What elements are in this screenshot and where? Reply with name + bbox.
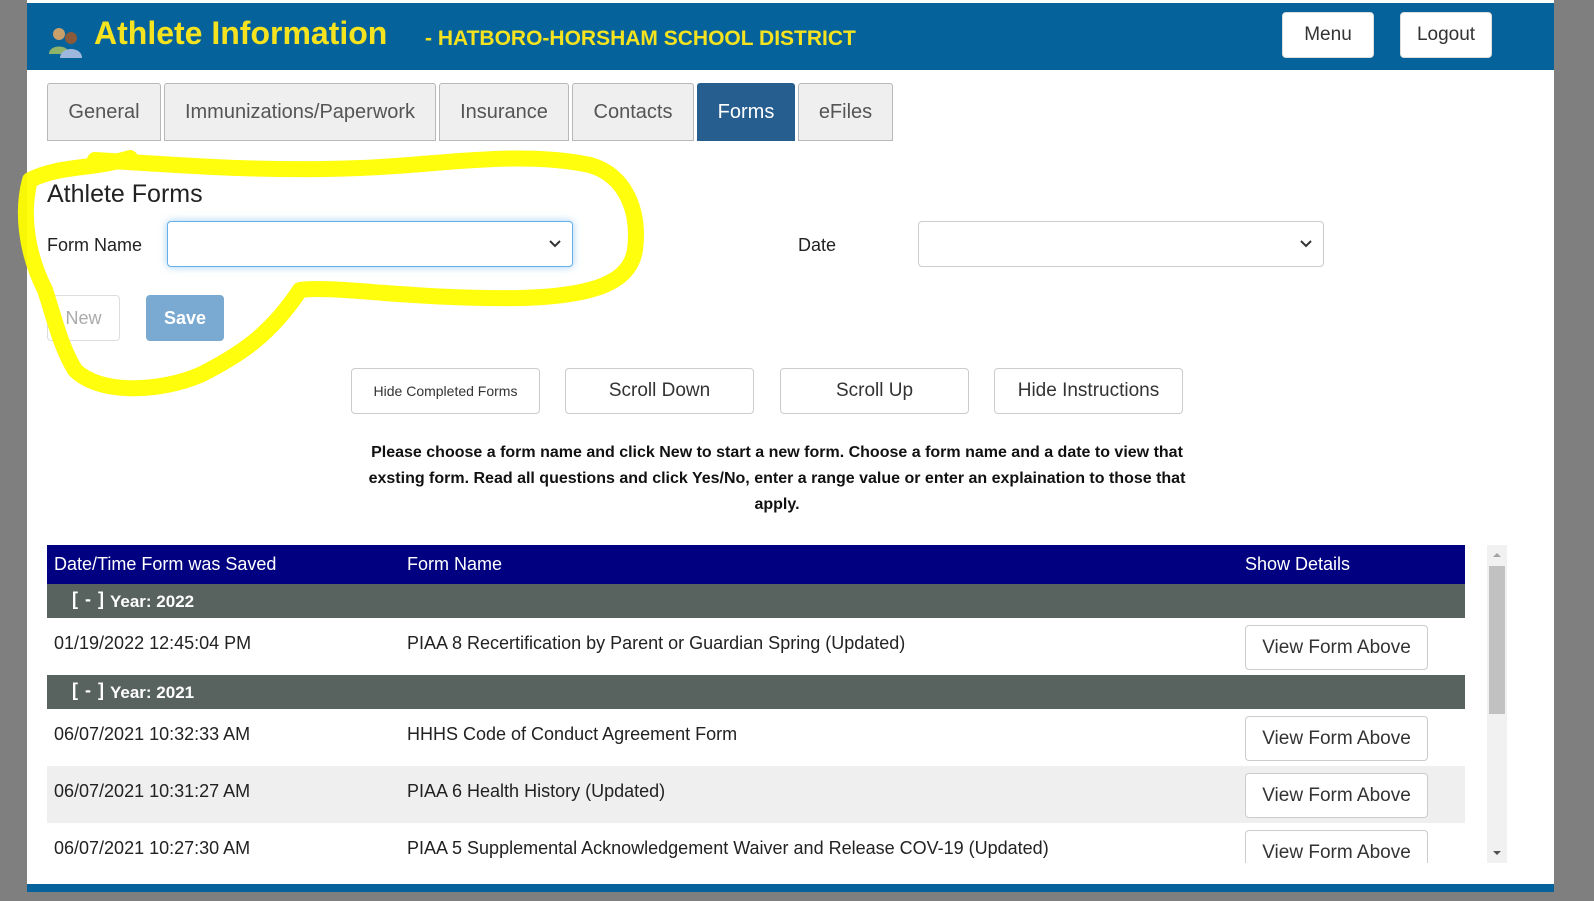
- column-header-form-name: Form Name: [407, 554, 503, 574]
- users-icon: [49, 28, 82, 58]
- group-row-2021: [ - ] Year: 2021: [47, 675, 1465, 709]
- datetime-cell: 01/19/2022 12:45:04 PM: [54, 633, 252, 653]
- view-form-button[interactable]: View Form Above: [1245, 716, 1428, 761]
- chevron-down-icon: [1300, 240, 1312, 248]
- collapse-toggle[interactable]: [ - ]: [72, 680, 105, 701]
- group-label: Year: 2021: [110, 683, 195, 702]
- menu-button[interactable]: Menu: [1282, 12, 1374, 58]
- grid-header: Date/Time Form was Saved Form Name Show …: [47, 545, 1465, 584]
- view-form-button[interactable]: View Form Above: [1245, 830, 1428, 863]
- view-form-button[interactable]: View Form Above: [1245, 625, 1428, 670]
- instructions-text: Please choose a form name and click New …: [368, 444, 1186, 513]
- group-row-2022: [ - ] Year: 2022: [47, 584, 1465, 618]
- new-button[interactable]: New: [47, 295, 120, 341]
- form-name-cell: PIAA 5 Supplemental Acknowledgement Waiv…: [407, 838, 1049, 858]
- column-header-show-details: Show Details: [1245, 554, 1351, 574]
- scroll-down-button[interactable]: Scroll Down: [565, 368, 754, 414]
- logout-button[interactable]: Logout: [1400, 12, 1492, 58]
- grid-scrollbar[interactable]: [1487, 545, 1507, 863]
- app-header: Athlete Information - HATBORO-HORSHAM SC…: [27, 3, 1554, 70]
- save-button[interactable]: Save: [146, 295, 224, 341]
- datetime-cell: 06/07/2021 10:27:30 AM: [54, 838, 251, 858]
- datetime-cell: 06/07/2021 10:31:27 AM: [54, 781, 251, 801]
- page: Athlete Information - HATBORO-HORSHAM SC…: [27, 0, 1554, 892]
- scroll-up-arrow-icon[interactable]: [1487, 545, 1507, 565]
- tab-contacts[interactable]: Contacts: [572, 83, 694, 141]
- hide-completed-forms-button[interactable]: Hide Completed Forms: [351, 368, 540, 414]
- tab-forms[interactable]: Forms: [697, 83, 795, 141]
- tab-insurance[interactable]: Insurance: [439, 83, 569, 141]
- hide-instructions-button[interactable]: Hide Instructions: [994, 368, 1183, 414]
- forms-grid: Date/Time Form was Saved Form Name Show …: [47, 545, 1509, 863]
- form-name-label: Form Name: [47, 235, 143, 255]
- column-header-datetime: Date/Time Form was Saved: [54, 554, 277, 574]
- view-form-button[interactable]: View Form Above: [1245, 773, 1428, 818]
- footer-bar: [27, 884, 1554, 892]
- form-name-cell: PIAA 6 Health History (Updated): [407, 781, 666, 801]
- scroll-up-button[interactable]: Scroll Up: [780, 368, 969, 414]
- datetime-cell: 06/07/2021 10:32:33 AM: [54, 724, 251, 744]
- chevron-down-icon: [549, 240, 561, 248]
- collapse-toggle[interactable]: [ - ]: [72, 589, 105, 610]
- table-row: 01/19/2022 12:45:04 PM PIAA 8 Recertific…: [47, 618, 1465, 675]
- form-name-cell: HHHS Code of Conduct Agreement Form: [407, 724, 738, 744]
- table-row: 06/07/2021 10:31:27 AM PIAA 6 Health His…: [47, 766, 1465, 823]
- form-name-cell: PIAA 8 Recertification by Parent or Guar…: [407, 633, 906, 653]
- tab-efiles[interactable]: eFiles: [798, 83, 893, 141]
- date-label: Date: [798, 235, 837, 255]
- district-name: - HATBORO-HORSHAM SCHOOL DISTRICT: [425, 27, 856, 50]
- tab-immunizations-paperwork[interactable]: Immunizations/Paperwork: [164, 83, 436, 141]
- tab-general[interactable]: General: [47, 83, 161, 141]
- tab-bar: General Immunizations/Paperwork Insuranc…: [47, 83, 893, 142]
- table-row: 06/07/2021 10:27:30 AM PIAA 5 Supplement…: [47, 823, 1465, 863]
- section-title: Athlete Forms: [47, 180, 203, 208]
- app-title: Athlete Information: [94, 15, 388, 51]
- table-row: 06/07/2021 10:32:33 AM HHHS Code of Cond…: [47, 709, 1465, 766]
- form-name-select[interactable]: [167, 221, 573, 267]
- date-select[interactable]: [918, 221, 1324, 267]
- scroll-down-arrow-icon[interactable]: [1487, 843, 1507, 863]
- group-label: Year: 2022: [110, 592, 195, 611]
- scrollbar-thumb[interactable]: [1489, 566, 1505, 714]
